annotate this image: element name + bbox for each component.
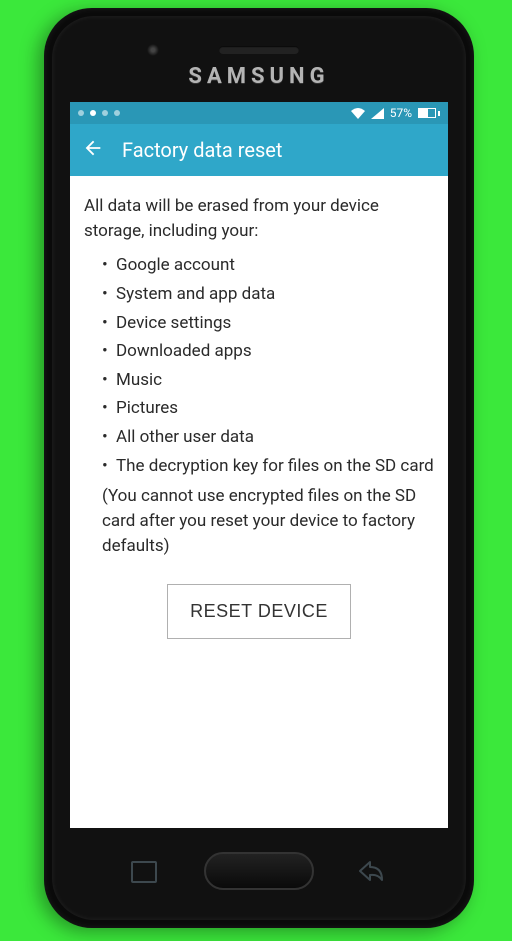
list-item-label: All other user data	[116, 425, 254, 450]
bezel: SAMSUNG 57%	[52, 16, 466, 920]
list-item-label: Google account	[116, 253, 235, 278]
list-item: •All other user data	[102, 425, 434, 450]
front-camera	[147, 44, 159, 56]
battery-percent: 57%	[390, 106, 412, 120]
list-item: •Pictures	[102, 396, 434, 421]
intro-text: All data will be erased from your device…	[84, 194, 434, 243]
list-item: •Downloaded apps	[102, 339, 434, 364]
list-item-label: Downloaded apps	[116, 339, 252, 364]
list-item-label: The decryption key for files on the SD c…	[116, 454, 434, 479]
signal-icon	[371, 108, 384, 119]
bullet-list: •Google account •System and app data •De…	[102, 253, 434, 478]
list-item: •Device settings	[102, 311, 434, 336]
page-indicator-dots	[78, 110, 120, 116]
app-bar: Factory data reset	[70, 124, 448, 176]
list-item: •Music	[102, 368, 434, 393]
reset-device-button[interactable]: RESET DEVICE	[167, 584, 351, 639]
dot	[78, 110, 84, 116]
list-item-label: Pictures	[116, 396, 178, 421]
wifi-icon	[351, 108, 365, 119]
dot	[102, 110, 108, 116]
dot	[90, 110, 96, 116]
dot	[114, 110, 120, 116]
list-item-label: System and app data	[116, 282, 275, 307]
list-item-label: Music	[116, 368, 162, 393]
page-title: Factory data reset	[122, 138, 282, 162]
list-item: •The decryption key for files on the SD …	[102, 454, 434, 479]
speaker-grille	[219, 46, 299, 54]
battery-icon	[418, 108, 440, 118]
back-icon[interactable]	[82, 137, 104, 163]
home-button[interactable]	[204, 852, 314, 890]
brand-logo: SAMSUNG	[52, 64, 466, 89]
sd-card-note: (You cannot use encrypted files on the S…	[102, 484, 434, 558]
recents-capacitive-button[interactable]	[134, 864, 156, 882]
status-icons: 57%	[351, 106, 440, 120]
phone-frame: SAMSUNG 57%	[44, 8, 474, 928]
status-bar: 57%	[70, 102, 448, 124]
list-item: •System and app data	[102, 282, 434, 307]
content-area: All data will be erased from your device…	[70, 176, 448, 639]
list-item: •Google account	[102, 253, 434, 278]
list-item-label: Device settings	[116, 311, 231, 336]
back-capacitive-button[interactable]	[358, 860, 384, 882]
screen: 57% Factory data reset All data will be …	[70, 102, 448, 828]
